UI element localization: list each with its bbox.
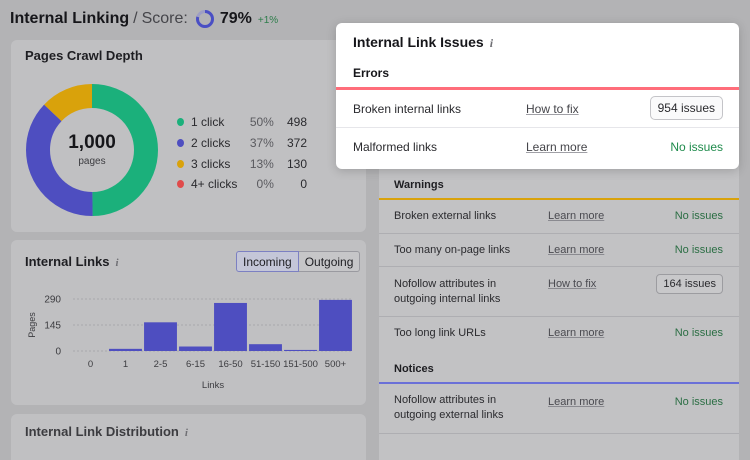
donut-total-label: pages (78, 156, 105, 167)
notices-title: Notices (394, 363, 434, 375)
info-icon[interactable]: i (185, 427, 188, 439)
how-to-fix-link[interactable]: How to fix (526, 102, 579, 116)
y-tick-label: 290 (44, 295, 61, 306)
link-distribution-title: Internal Link Distribution (25, 424, 179, 439)
issue-row: Broken external links Learn more No issu… (379, 200, 739, 234)
issue-status: No issues (674, 327, 723, 339)
link-distribution-title-row: Internal Link Distribution i (25, 424, 188, 439)
issues-count-badge[interactable]: 954 issues (649, 96, 723, 120)
chart-bar[interactable] (179, 346, 212, 351)
issue-status: No issues (674, 244, 723, 256)
legend-item[interactable]: 2 clicks 37% 372 (177, 133, 307, 154)
issue-label: Too many on-page links (394, 244, 511, 256)
legend-pct: 0% (256, 177, 274, 192)
x-tick-label: 500+ (325, 359, 347, 370)
info-icon[interactable]: i (490, 36, 493, 50)
x-tick-label: 151-500 (283, 359, 318, 370)
learn-more-link[interactable]: Learn more (548, 244, 604, 256)
legend-label: 4+ clicks (190, 177, 238, 192)
crawl-depth-card: Pages Crawl Depth 1,000 pages 1 click 50… (11, 40, 366, 232)
crawl-depth-title: Pages Crawl Depth (25, 48, 143, 63)
issue-row: Nofollow attributes in outgoing internal… (379, 267, 739, 317)
legend-item[interactable]: 4+ clicks 0% 0 (177, 174, 307, 195)
issue-status: No issues (670, 140, 723, 154)
score-ring-icon (195, 10, 214, 28)
x-axis-label: Links (202, 380, 224, 391)
page-title: Internal Linking (10, 10, 130, 27)
legend-label: 3 clicks (190, 156, 231, 171)
legend-count: 0 (300, 177, 308, 192)
issue-label: Nofollow attributes in outgoing external… (394, 394, 504, 421)
y-tick-label: 0 (55, 347, 61, 358)
issue-label: Too long link URLs (394, 327, 486, 339)
legend-label: 1 click (190, 115, 225, 130)
legend-label: 2 clicks (190, 136, 231, 151)
chart-bar[interactable] (249, 344, 282, 351)
title-separator: / (133, 10, 138, 27)
issue-label: Nofollow attributes in outgoing internal… (394, 278, 501, 305)
issue-row: Malformed links Learn more No issues (336, 128, 739, 166)
crawl-depth-legend: 1 click 50% 498 2 clicks 37% 372 3 click… (177, 112, 307, 195)
legend-pct: 50% (249, 115, 274, 130)
y-axis-label: Pages (27, 312, 37, 338)
x-tick-label: 51-150 (251, 359, 281, 370)
legend-item[interactable]: 1 click 50% 498 (177, 112, 307, 133)
internal-link-issues-popup: Internal Link Issues i Errors Broken inte… (336, 23, 739, 169)
issue-status: No issues (674, 396, 723, 408)
learn-more-link[interactable]: Learn more (548, 327, 604, 339)
learn-more-link[interactable]: Learn more (548, 210, 604, 222)
issue-row: Too many on-page links Learn more No iss… (379, 234, 739, 267)
issue-status: No issues (674, 210, 723, 222)
x-tick-label: 16-50 (218, 359, 242, 370)
chart-bar[interactable] (214, 302, 247, 351)
score-delta: +1% (257, 15, 279, 26)
how-to-fix-link[interactable]: How to fix (548, 278, 596, 290)
score-value: 79% (219, 10, 252, 27)
crawl-depth-donut: 1,000 pages (26, 84, 158, 216)
legend-pct: 13% (249, 156, 274, 171)
legend-dot-3-clicks (177, 159, 184, 168)
warnings-title: Warnings (394, 179, 444, 191)
score-label: Score: (141, 10, 188, 27)
issue-label: Broken internal links (353, 102, 462, 116)
issues-count-badge[interactable]: 164 issues (656, 274, 723, 294)
issue-label: Malformed links (353, 140, 438, 154)
legend-item[interactable]: 3 clicks 13% 130 (177, 153, 307, 174)
issue-row: Nofollow attributes in outgoing external… (379, 384, 739, 434)
chart-bar[interactable] (284, 349, 317, 351)
chart-bar[interactable] (109, 348, 142, 351)
issue-row: Broken internal links How to fix 954 iss… (336, 90, 739, 128)
x-tick-label: 2-5 (154, 359, 168, 370)
issue-row: Too long link URLs Learn more No issues (379, 317, 739, 350)
internal-links-card: Internal Links i Incoming Outgoing 0 145 29… (11, 240, 366, 405)
legend-dot-2-clicks (177, 139, 184, 148)
link-distribution-card: Internal Link Distribution i (11, 414, 366, 460)
legend-pct: 37% (249, 136, 274, 151)
x-tick-label: 0 (88, 359, 93, 370)
donut-total: 1,000 (68, 132, 116, 153)
legend-dot-4-clicks (177, 180, 184, 189)
y-tick-label: 145 (44, 321, 61, 332)
popup-title: Internal Link Issues (353, 34, 484, 50)
learn-more-link[interactable]: Learn more (526, 140, 587, 154)
x-tick-label: 6-15 (186, 359, 205, 370)
errors-title: Errors (353, 66, 390, 80)
legend-count: 130 (286, 156, 308, 171)
x-tick-label: 1 (123, 359, 128, 370)
legend-count: 372 (286, 136, 308, 151)
link-issues-panel: Warnings Broken external links Learn mor… (379, 158, 739, 460)
legend-count: 498 (286, 115, 308, 130)
page-header: Internal Linking / Score: 79% +1% (10, 8, 278, 30)
issue-label: Broken external links (394, 210, 497, 222)
chart-bar[interactable] (144, 322, 177, 351)
learn-more-link[interactable]: Learn more (548, 396, 604, 408)
internal-links-chart: 0 145 290 Pages 0 1 2-5 6-15 16-50 51-150 151-500 5… (27, 295, 353, 391)
chart-bar[interactable] (319, 299, 352, 351)
popup-title-row: Internal Link Issues i (353, 34, 493, 51)
legend-dot-1-click (177, 118, 184, 127)
